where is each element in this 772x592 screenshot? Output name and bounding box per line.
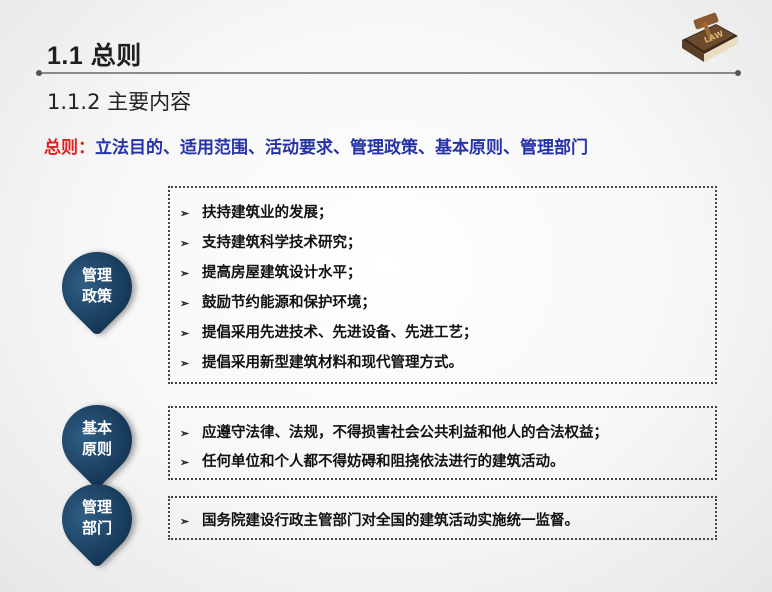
arrow-bullet-icon: ➢ bbox=[180, 456, 190, 469]
law-book-icon: LAW bbox=[682, 12, 738, 62]
principle-box: ➢ 应遵守法律、法规，不得损害社会公共利益和他人的合法权益； ➢ 任何单位和个人都不… bbox=[168, 406, 717, 480]
list-item: ➢ 应遵守法律、法规，不得损害社会公共利益和他人的合法权益； bbox=[180, 424, 608, 441]
list-item: ➢ 提高房屋建筑设计水平； bbox=[180, 264, 362, 281]
arrow-bullet-icon: ➢ bbox=[180, 427, 190, 440]
list-item: ➢ 扶持建筑业的发展； bbox=[180, 204, 333, 221]
summary-text: 立法目的、适用范围、活动要求、管理政策、基本原则、管理部门 bbox=[95, 138, 588, 158]
list-item: ➢ 鼓励节约能源和保护环境； bbox=[180, 294, 376, 311]
department-badge-label: 管理 部门 bbox=[81, 498, 112, 537]
policy-badge-label: 管理 政策 bbox=[81, 266, 112, 305]
list-item: ➢ 任何单位和个人都不得妨碍和阻挠依法进行的建筑活动。 bbox=[180, 453, 565, 470]
summary-label: 总则： bbox=[44, 138, 95, 158]
principle-badge-label: 基本 原则 bbox=[81, 419, 112, 458]
arrow-bullet-icon: ➢ bbox=[180, 207, 190, 220]
list-item: ➢ 支持建筑科学技术研究； bbox=[180, 234, 362, 251]
page-subtitle: 1.1.2 主要内容 bbox=[47, 90, 192, 114]
title-divider bbox=[38, 72, 738, 74]
arrow-bullet-icon: ➢ bbox=[180, 515, 190, 528]
arrow-bullet-icon: ➢ bbox=[180, 237, 190, 250]
arrow-bullet-icon: ➢ bbox=[180, 267, 190, 280]
arrow-bullet-icon: ➢ bbox=[180, 297, 190, 310]
list-item: ➢ 提倡采用先进技术、先进设备、先进工艺； bbox=[180, 324, 478, 341]
page-title: 1.1 总则 bbox=[47, 42, 142, 70]
department-box: ➢ 国务院建设行政主管部门对全国的建筑活动实施统一监督。 bbox=[168, 496, 717, 540]
list-item: ➢ 提倡采用新型建筑材料和现代管理方式。 bbox=[180, 354, 463, 371]
policy-box: ➢ 扶持建筑业的发展； ➢ 支持建筑科学技术研究； ➢ 提高房屋建筑设计水平； ➢ 鼓励… bbox=[168, 186, 717, 384]
arrow-bullet-icon: ➢ bbox=[180, 357, 190, 370]
summary-line: 总则：立法目的、适用范围、活动要求、管理政策、基本原则、管理部门 bbox=[44, 133, 588, 158]
divider-dot-right bbox=[735, 70, 741, 76]
list-item: ➢ 国务院建设行政主管部门对全国的建筑活动实施统一监督。 bbox=[180, 512, 579, 529]
divider-dot-left bbox=[36, 70, 42, 76]
arrow-bullet-icon: ➢ bbox=[180, 327, 190, 340]
